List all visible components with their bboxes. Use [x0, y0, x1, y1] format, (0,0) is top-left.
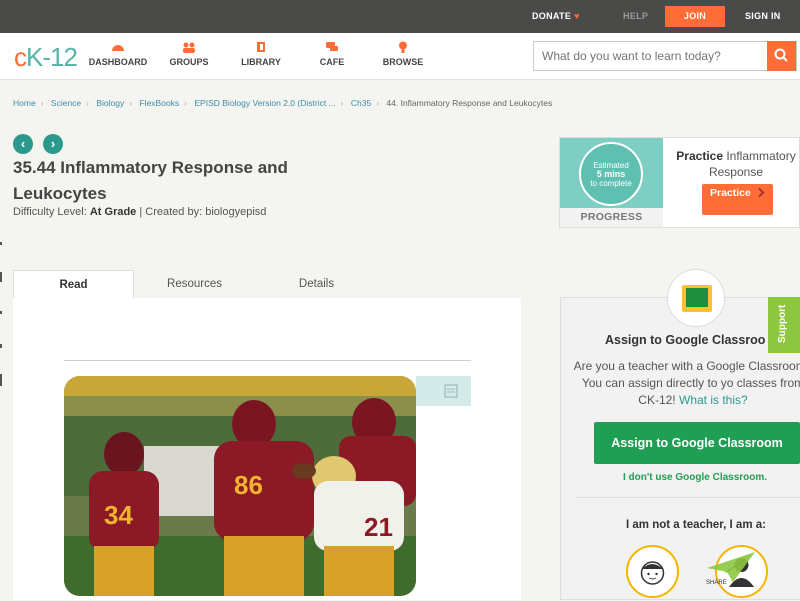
- search-button[interactable]: [767, 41, 796, 71]
- breadcrumb-science[interactable]: Science: [51, 98, 81, 108]
- groups-icon: [183, 42, 195, 53]
- share-label: SHARE: [706, 580, 727, 586]
- sign-in-link[interactable]: SIGN IN: [745, 0, 781, 33]
- nav-browse[interactable]: BROWSE: [381, 41, 425, 67]
- image-toolbar[interactable]: [416, 376, 471, 406]
- svg-text:86: 86: [234, 470, 263, 500]
- search-box: [533, 41, 797, 71]
- content-divider: [64, 360, 471, 361]
- practice-card: Estimated 5 mins to complete PROGRESS Pr…: [559, 137, 800, 228]
- what-is-this-link[interactable]: What is this?: [679, 393, 748, 407]
- chevron-right-icon: [754, 187, 765, 198]
- google-classroom-desc: Are you a teacher with a Google Classroo…: [573, 358, 800, 409]
- content-tabs: Read Resources Details: [13, 270, 521, 299]
- difficulty-label: Difficulty Level:: [13, 206, 87, 218]
- search-input[interactable]: [542, 49, 762, 63]
- role-student-button[interactable]: [626, 545, 679, 598]
- estimate-circle: Estimated 5 mins to complete: [579, 142, 643, 206]
- join-button[interactable]: JOIN: [665, 6, 725, 27]
- not-teacher-label: I am not a teacher, I am a:: [626, 519, 766, 531]
- tab-resources[interactable]: Resources: [134, 270, 255, 299]
- nav-library[interactable]: LIBRARY: [239, 41, 283, 67]
- browse-icon: [399, 41, 407, 53]
- estimate-line3: to complete: [590, 179, 632, 188]
- help-link[interactable]: HELP: [623, 0, 648, 33]
- assign-google-classroom-button[interactable]: Assign to Google Classroom: [594, 422, 800, 464]
- logo-rest: K-12: [26, 42, 78, 72]
- article-meta: Difficulty Level: At Grade | Created by:…: [13, 206, 266, 218]
- donate-link[interactable]: DONATE ♥: [532, 0, 580, 33]
- google-classroom-title: Assign to Google Classroo: [605, 333, 766, 347]
- estimate-line2: 5 mins: [596, 169, 626, 179]
- breadcrumb-biology[interactable]: Biology: [96, 98, 124, 108]
- next-arrow-button[interactable]: ›: [43, 134, 63, 154]
- support-label: Support: [777, 304, 788, 343]
- football-players-image: 34 86 21: [64, 376, 416, 596]
- breadcrumb-chapter[interactable]: Ch35: [351, 98, 371, 108]
- practice-button[interactable]: Practice: [702, 184, 773, 215]
- google-classroom-icon-ring: [667, 269, 725, 327]
- prev-arrow-button[interactable]: ‹: [13, 134, 33, 154]
- nav-dashboard[interactable]: DASHBOARD: [88, 41, 148, 67]
- logo-c: c: [14, 42, 27, 72]
- progress-panel: Estimated 5 mins to complete PROGRESS: [560, 138, 663, 227]
- created-by-label: | Created by:: [139, 206, 203, 218]
- gc-divider: [576, 497, 800, 498]
- note-icon: [444, 384, 458, 398]
- practice-title-bold: Practice: [676, 149, 723, 163]
- nav-cafe[interactable]: CAFE: [315, 41, 349, 67]
- nav-browse-label: BROWSE: [382, 57, 424, 67]
- google-classroom-icon: [682, 285, 712, 312]
- breadcrumb-flexbooks[interactable]: FlexBooks: [139, 98, 179, 108]
- breadcrumb-home[interactable]: Home: [13, 98, 36, 108]
- ck12-logo[interactable]: cK-12: [14, 42, 78, 73]
- practice-button-label: Practice: [710, 187, 751, 199]
- breadcrumb-book[interactable]: EPISD Biology Version 2.0 (District ...: [194, 98, 335, 108]
- breadcrumb: Home › Science › Biology › FlexBooks › EPISD…: [13, 98, 553, 108]
- cafe-icon: [326, 42, 338, 51]
- nav-groups-label: GROUPS: [169, 57, 209, 67]
- donate-label: DONATE: [532, 11, 572, 21]
- heart-icon: ♥: [574, 11, 580, 21]
- breadcrumb-current: 44. Inflammatory Response and Leukocytes: [386, 98, 553, 108]
- dont-use-google-classroom-link[interactable]: I don't use Google Classroom.: [623, 472, 767, 483]
- nav-dashboard-label: DASHBOARD: [88, 57, 148, 67]
- nav-cafe-label: CAFE: [319, 57, 345, 67]
- library-icon: [257, 42, 265, 52]
- read-content: 34 86 21: [13, 298, 521, 600]
- svg-text:34: 34: [104, 500, 133, 530]
- progress-label: PROGRESS: [560, 208, 663, 227]
- football-photo: 34 86 21: [64, 376, 416, 596]
- search-icon: [774, 48, 788, 62]
- nav-library-label: LIBRARY: [241, 57, 281, 67]
- tab-read[interactable]: Read: [13, 270, 134, 299]
- tab-details[interactable]: Details: [256, 270, 377, 299]
- practice-title: Practice Inflammatory Response: [672, 148, 800, 180]
- nav-groups[interactable]: GROUPS: [167, 41, 211, 67]
- page-title: 35.44 Inflammatory Response and Leukocyt…: [13, 158, 288, 203]
- dashboard-icon: [112, 45, 124, 51]
- author-name: biologyepisd: [205, 206, 267, 218]
- difficulty-value: At Grade: [89, 206, 137, 218]
- svg-text:21: 21: [364, 512, 393, 542]
- student-face-icon: [640, 561, 665, 585]
- support-tab[interactable]: Support: [768, 297, 800, 353]
- top-bar: DONATE ♥ HELP JOIN SIGN IN: [0, 0, 800, 33]
